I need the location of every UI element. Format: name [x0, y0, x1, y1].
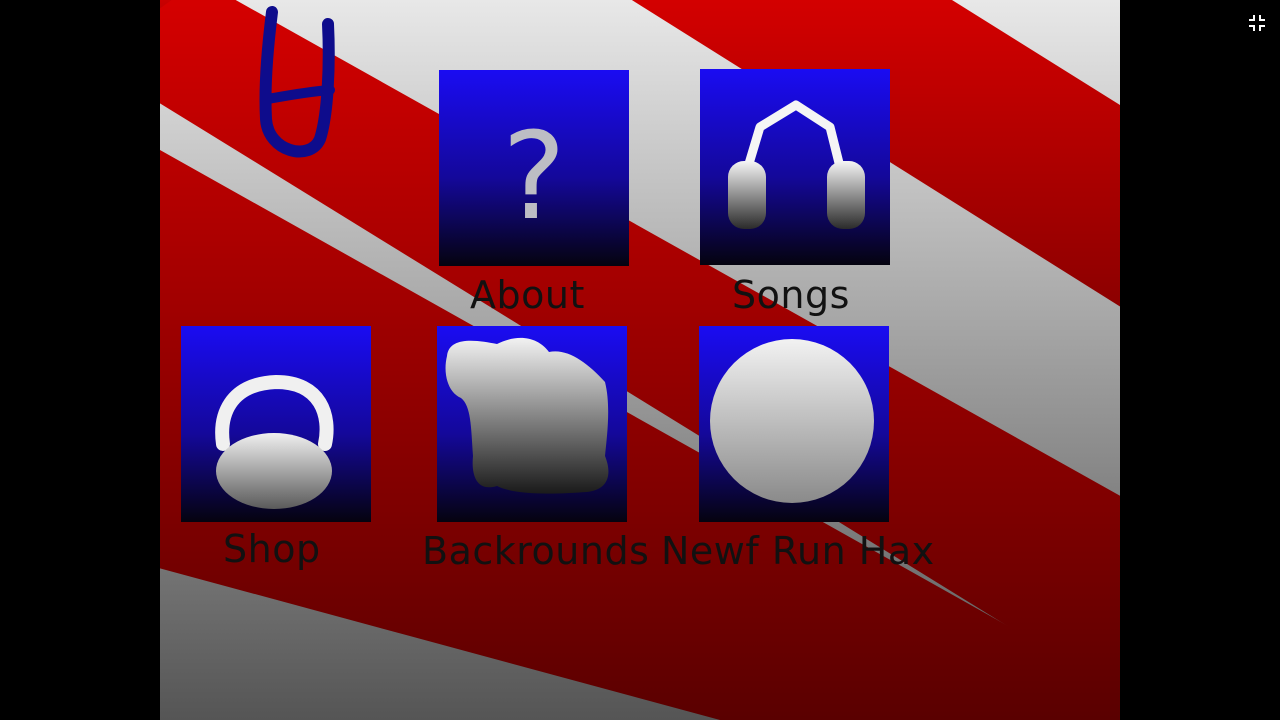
shopping-basket-icon	[215, 374, 334, 509]
question-mark-icon: ?	[502, 108, 566, 247]
hax-label: Newf Run Hax	[661, 529, 935, 573]
exit-fullscreen-icon[interactable]	[1248, 14, 1266, 32]
about-label: About	[470, 273, 585, 317]
shop-button[interactable]	[181, 326, 371, 522]
songs-label: Songs	[732, 273, 850, 317]
about-button[interactable]: ?	[439, 70, 629, 266]
hax-button[interactable]	[699, 326, 889, 522]
headphones-icon	[728, 100, 865, 229]
backgrounds-button[interactable]	[437, 326, 627, 522]
circle-icon	[710, 339, 874, 503]
songs-button[interactable]	[700, 69, 890, 265]
shop-label: Shop	[223, 527, 321, 571]
backgrounds-label: Backrounds	[422, 529, 650, 573]
background-blob-icon	[445, 337, 609, 494]
logo-icon	[259, 6, 335, 158]
svg-text:?: ?	[502, 108, 566, 247]
